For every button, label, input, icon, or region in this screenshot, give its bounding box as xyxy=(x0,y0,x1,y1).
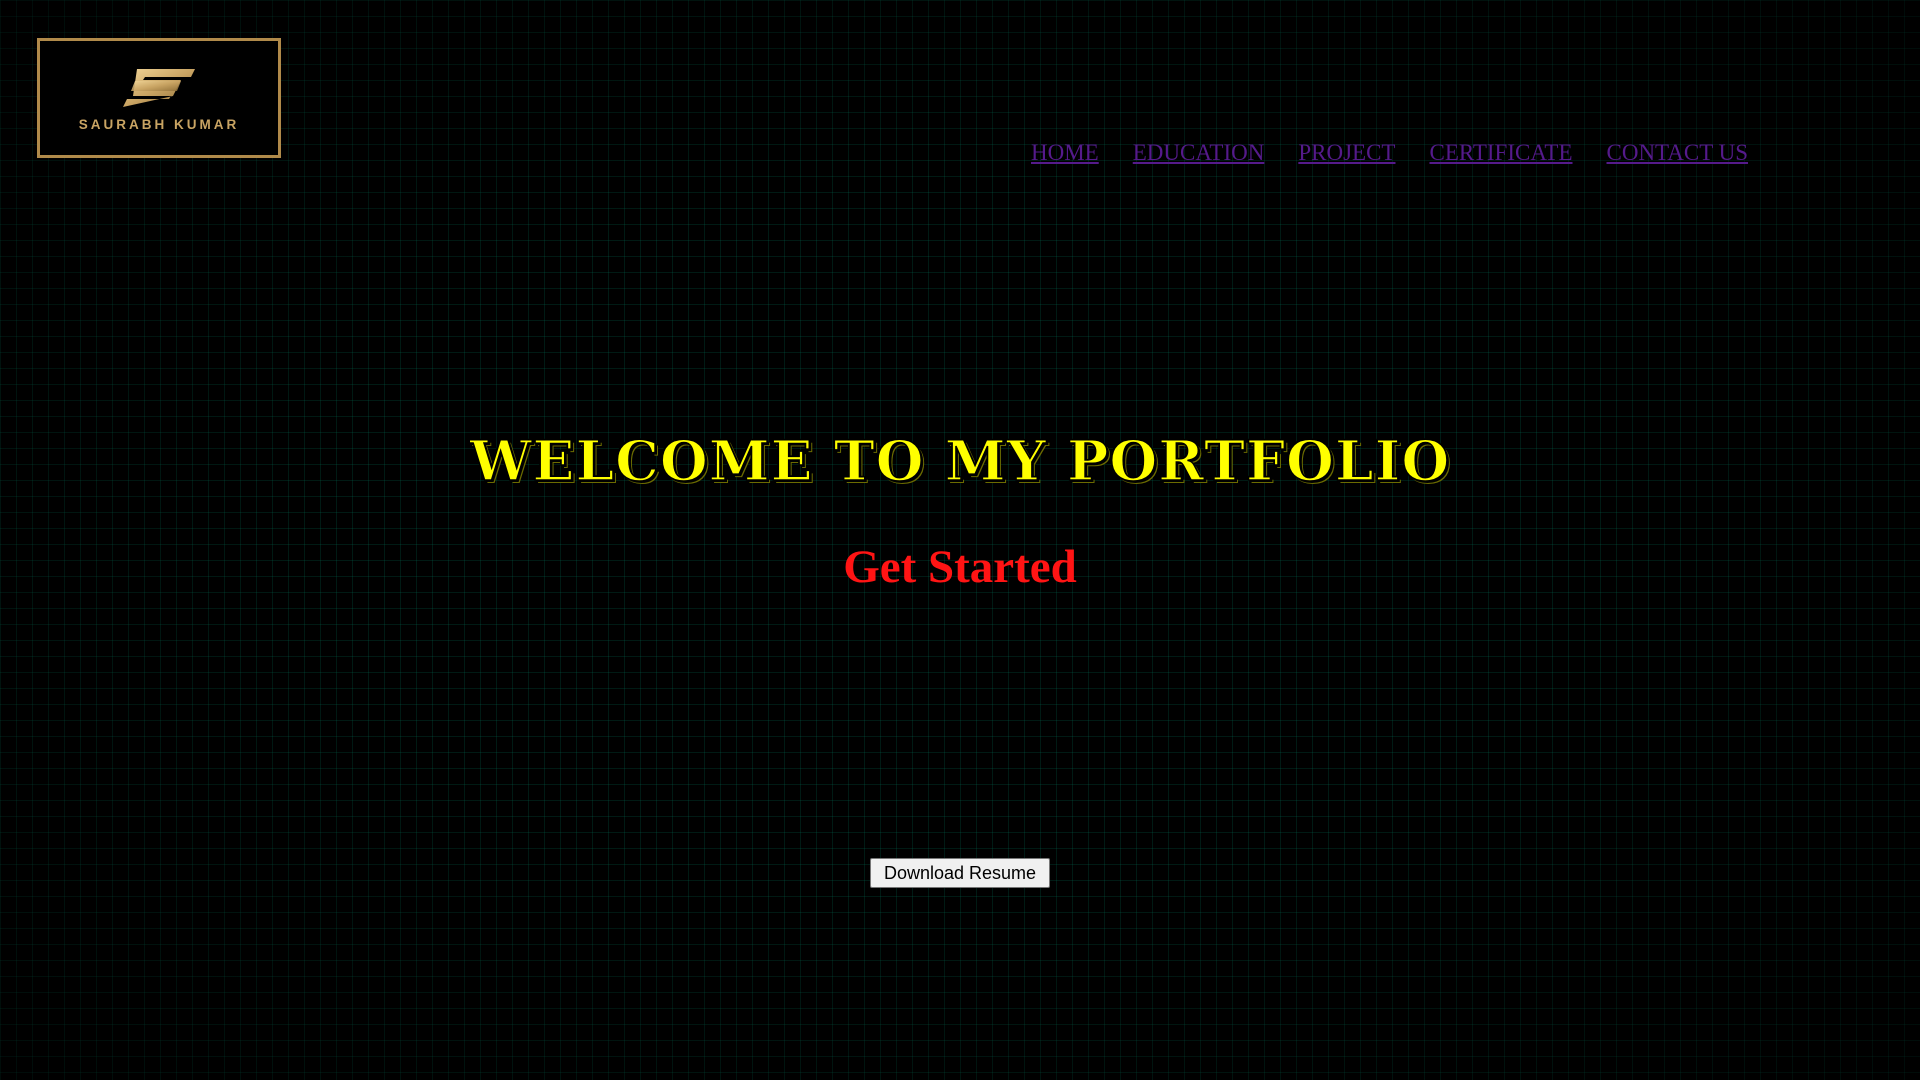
nav-education-link[interactable]: EDUCATION xyxy=(1133,140,1265,166)
nav-contact-us-link[interactable]: CONTACT US xyxy=(1607,140,1749,166)
hero-title: WELCOME TO MY PORTFOLIO xyxy=(469,427,1451,494)
nav-home-link[interactable]: HOME xyxy=(1031,140,1099,166)
get-started-heading: Get Started xyxy=(843,541,1077,593)
nav-project-link[interactable]: PROJECT xyxy=(1298,140,1395,166)
main-nav: HOME EDUCATION PROJECT CERTIFICATE CONTA… xyxy=(1031,140,1748,166)
nav-certificate-link[interactable]: CERTIFICATE xyxy=(1429,140,1572,166)
site-logo[interactable]: SAURABH KUMAR xyxy=(37,38,281,158)
s-monogram-icon xyxy=(123,68,195,107)
download-resume-button[interactable]: Download Resume xyxy=(870,858,1050,888)
logo-name: SAURABH KUMAR xyxy=(78,116,240,132)
